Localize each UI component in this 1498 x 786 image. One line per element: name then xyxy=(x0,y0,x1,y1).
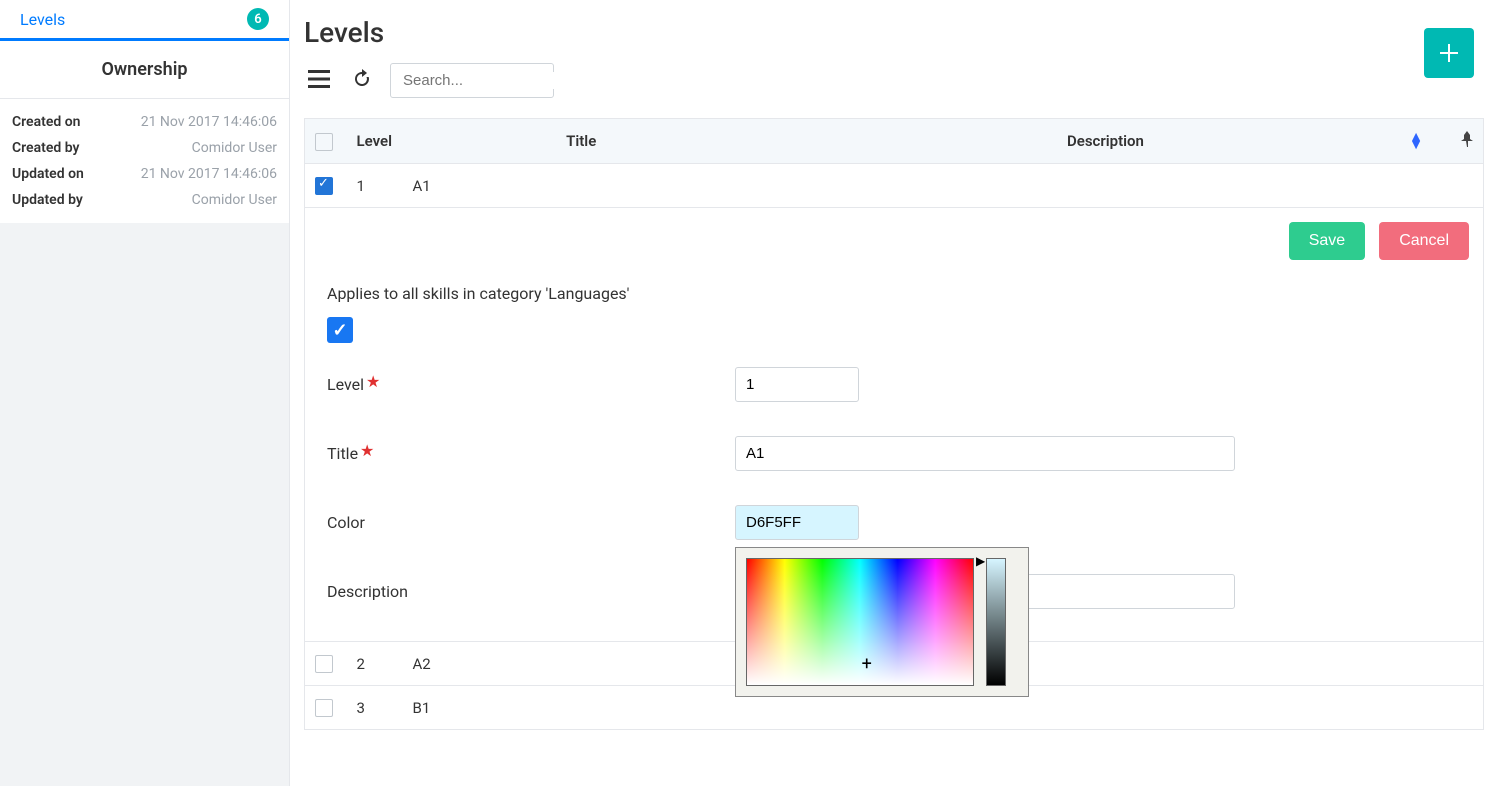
ownership-meta: Created on 21 Nov 2017 14:46:06 Created … xyxy=(0,99,289,223)
refresh-button[interactable] xyxy=(348,65,376,96)
column-header-description[interactable]: Description ▲▼ xyxy=(760,119,1451,164)
color-input[interactable] xyxy=(735,505,859,540)
row-checkbox[interactable] xyxy=(315,655,333,673)
cell-title: A1 xyxy=(403,164,760,208)
add-button[interactable] xyxy=(1424,28,1474,78)
sidebar-tab-badge: 6 xyxy=(247,8,269,30)
save-button[interactable]: Save xyxy=(1289,222,1365,260)
meta-value-updated-on: 21 Nov 2017 14:46:06 xyxy=(141,166,277,182)
crosshair-icon: + xyxy=(862,653,872,674)
plus-icon xyxy=(1440,44,1458,62)
meta-label-created-by: Created by xyxy=(12,140,79,156)
row-checkbox[interactable] xyxy=(315,177,333,195)
sidebar-tab-label: Levels xyxy=(20,10,65,29)
toolbar xyxy=(304,63,1484,98)
meta-value-created-on: 21 Nov 2017 14:46:06 xyxy=(141,114,277,130)
required-star-icon: ★ xyxy=(360,441,374,460)
cell-description xyxy=(1096,642,1459,686)
applies-checkbox[interactable] xyxy=(327,317,353,343)
title-label: Title★ xyxy=(327,444,735,463)
sort-icon: ▲▼ xyxy=(1409,133,1423,149)
color-picker-canvas[interactable]: + xyxy=(746,558,974,686)
required-star-icon: ★ xyxy=(366,372,380,391)
meta-label-updated-by: Updated by xyxy=(12,192,83,208)
levels-table: Level Title Description ▲▼ 1 A1 xyxy=(304,118,1484,208)
level-label: Level★ xyxy=(327,375,735,394)
column-header-level[interactable]: Level xyxy=(347,119,403,164)
color-picker-popup[interactable]: + ▶ xyxy=(735,547,1029,697)
cell-level: 2 xyxy=(347,642,403,686)
menu-button[interactable] xyxy=(304,66,334,95)
cell-description xyxy=(760,164,1451,208)
meta-value-created-by: Comidor User xyxy=(192,140,277,156)
title-input[interactable] xyxy=(735,436,1235,471)
meta-label-created-on: Created on xyxy=(12,114,80,130)
page-title: Levels xyxy=(304,16,1484,49)
main-content: Levels Level Title Description xyxy=(290,0,1498,786)
sidebar: Levels 6 Ownership Created on 21 Nov 201… xyxy=(0,0,290,786)
sidebar-tab-levels[interactable]: Levels 6 xyxy=(0,0,289,41)
ownership-heading: Ownership xyxy=(0,41,289,99)
cancel-button[interactable]: Cancel xyxy=(1379,222,1469,260)
select-all-checkbox[interactable] xyxy=(315,133,333,151)
color-lightness-bar[interactable]: ▶ xyxy=(986,558,1006,686)
refresh-icon xyxy=(352,69,372,89)
column-header-title[interactable]: Title xyxy=(403,119,760,164)
cell-level: 3 xyxy=(347,686,403,730)
color-label: Color xyxy=(327,513,735,532)
hamburger-icon xyxy=(308,70,330,88)
meta-value-updated-by: Comidor User xyxy=(192,192,277,208)
applies-label: Applies to all skills in category 'Langu… xyxy=(327,284,1461,303)
meta-label-updated-on: Updated on xyxy=(12,166,84,182)
cell-level: 1 xyxy=(347,164,403,208)
arrow-right-icon: ▶ xyxy=(976,554,985,568)
edit-panel: Save Cancel Applies to all skills in cat… xyxy=(304,208,1484,642)
description-label: Description xyxy=(327,582,735,601)
search-box[interactable] xyxy=(390,63,554,98)
table-row[interactable]: 1 A1 xyxy=(305,164,1484,208)
cell-description xyxy=(1096,686,1459,730)
level-input[interactable] xyxy=(735,367,859,402)
search-input[interactable] xyxy=(403,72,602,89)
pin-icon[interactable] xyxy=(1461,131,1473,147)
row-checkbox[interactable] xyxy=(315,699,333,717)
